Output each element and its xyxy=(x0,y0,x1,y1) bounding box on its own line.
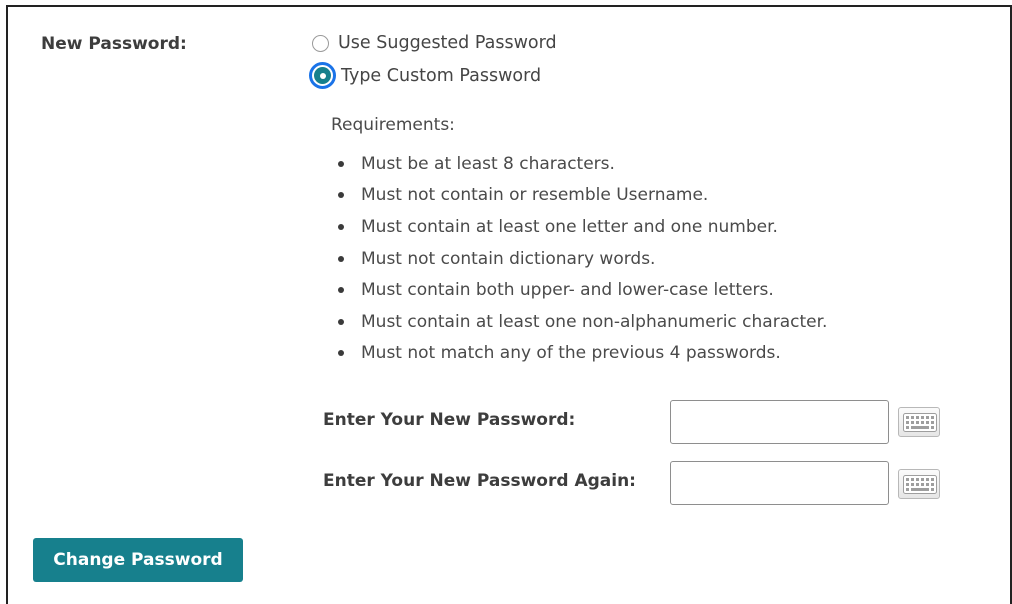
confirm-password-field-label: Enter Your New Password Again: xyxy=(323,471,636,491)
change-password-button[interactable]: Change Password xyxy=(33,538,243,582)
list-item: Must contain at least one non-alphanumer… xyxy=(331,306,827,338)
requirements-title: Requirements: xyxy=(331,115,455,135)
list-item: Must contain both upper- and lower-case … xyxy=(331,274,827,306)
bullet-icon xyxy=(338,192,344,199)
option-type-custom-password[interactable]: Type Custom Password xyxy=(309,62,541,89)
list-item: Must not contain or resemble Username. xyxy=(331,180,827,212)
requirements-list: Must be at least 8 characters. Must not … xyxy=(331,148,827,369)
keyboard-icon[interactable] xyxy=(898,469,940,499)
option-use-suggested-password[interactable]: Use Suggested Password xyxy=(312,33,557,53)
list-item: Must not match any of the previous 4 pas… xyxy=(331,338,827,370)
confirm-password-input[interactable] xyxy=(670,461,889,505)
bullet-icon xyxy=(338,350,344,357)
list-item: Must contain at least one letter and one… xyxy=(331,211,827,243)
new-password-input[interactable] xyxy=(670,400,889,444)
bullet-icon xyxy=(338,318,344,325)
radio-unselected-icon[interactable] xyxy=(312,34,329,52)
list-item: Must be at least 8 characters. xyxy=(331,148,827,180)
option-label: Use Suggested Password xyxy=(338,33,557,53)
option-label: Type Custom Password xyxy=(341,65,542,86)
bullet-icon xyxy=(338,223,344,230)
bullet-icon xyxy=(338,160,344,167)
new-password-field-label: Enter Your New Password: xyxy=(323,410,576,430)
new-password-label: New Password: xyxy=(41,34,187,54)
bullet-icon xyxy=(338,255,344,262)
radio-selected-icon[interactable] xyxy=(309,62,336,89)
keyboard-icon[interactable] xyxy=(898,407,940,437)
list-item: Must not contain dictionary words. xyxy=(331,243,827,275)
bullet-icon xyxy=(338,287,344,294)
